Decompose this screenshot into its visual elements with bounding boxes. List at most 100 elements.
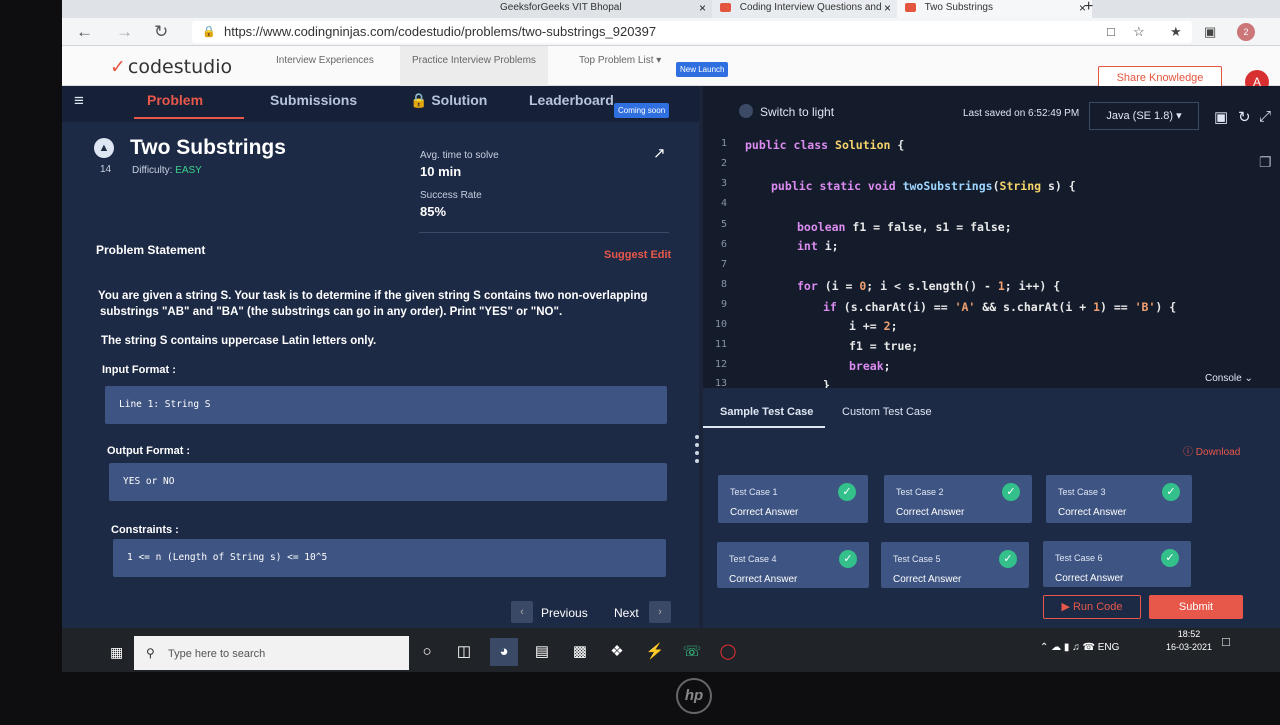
check-icon: ✓ (1161, 549, 1179, 567)
save-icon[interactable]: ▣ (1214, 108, 1228, 126)
test-case-card[interactable]: Test Case 1 Correct Answer ✓ (718, 475, 868, 523)
tab-submissions[interactable]: Submissions (270, 92, 357, 108)
forward-icon[interactable]: → (116, 22, 133, 42)
previous-label[interactable]: Previous (541, 606, 588, 620)
run-code-button[interactable]: ▶ Run Code (1043, 595, 1141, 619)
code-line[interactable]: public class Solution { (745, 138, 904, 152)
screen: GeeksforGeeks VIT Bhopal × Coding Interv… (62, 0, 1280, 672)
tab-leaderboard[interactable]: Leaderboard (529, 92, 614, 108)
system-tray[interactable]: ⌃ ☁ ▮ ♫ ☎ ENG (1040, 642, 1119, 653)
browser-tab-gfg[interactable]: GeeksforGeeks VIT Bhopal × (492, 0, 712, 18)
avg-time-value: 10 min (420, 164, 462, 179)
whatsapp-icon[interactable]: ☏ (678, 638, 706, 666)
run-label: Run Code (1072, 601, 1123, 613)
code-line[interactable]: i += 2; (849, 319, 898, 333)
code-line[interactable]: f1 = true; (849, 339, 918, 353)
nav-practice-problems[interactable]: Practice Interview Problems (400, 46, 548, 86)
task-view-icon[interactable]: ◫ (450, 638, 478, 666)
previous-button[interactable]: ‹ (511, 601, 533, 623)
windows-start-icon[interactable]: ▦ (110, 644, 123, 661)
constraints-code: 1 <= n (Length of String s) <= 10^5 (113, 539, 666, 577)
submit-button[interactable]: Submit (1149, 595, 1243, 619)
favorite-icon[interactable]: ☆ (1133, 24, 1145, 40)
language-select[interactable]: Java (SE 1.8) ▾ (1089, 102, 1199, 130)
test-case-card[interactable]: Test Case 4 Correct Answer ✓ (717, 542, 869, 588)
reset-icon[interactable]: ↻ (1238, 108, 1251, 126)
tab-problem[interactable]: Problem (147, 92, 203, 108)
browser-tab-two-substrings[interactable]: Two Substrings × (897, 0, 1092, 18)
code-line[interactable]: int i; (797, 239, 839, 253)
close-icon[interactable]: × (884, 1, 891, 15)
next-label[interactable]: Next (614, 606, 639, 620)
edge-icon[interactable]: ◕ (490, 638, 518, 666)
switch-theme-label[interactable]: Switch to light (760, 105, 834, 119)
search-icon: ⚲ (146, 646, 155, 660)
fullscreen-icon[interactable]: ⤢ (1259, 108, 1271, 125)
code-line[interactable]: public static void twoSubstrings(String … (771, 179, 1076, 193)
next-button[interactable]: › (649, 601, 671, 623)
difficulty: Difficulty: EASY (132, 165, 202, 176)
tab-solution[interactable]: 🔒 Solution (410, 92, 487, 109)
coming-soon-badge: Coming soon (614, 103, 670, 118)
difficulty-value: EASY (175, 165, 202, 176)
favorites-bar-icon[interactable]: ★ (1170, 24, 1182, 40)
copy-icon[interactable]: ❐ (1259, 154, 1272, 171)
nav-top-problem-list[interactable]: Top Problem List ▾ (567, 46, 673, 86)
reload-icon[interactable]: ↻ (154, 22, 168, 42)
active-tab-indicator (703, 426, 825, 428)
notification-icon[interactable]: □ (1222, 634, 1230, 649)
test-case-result: Correct Answer (730, 507, 799, 518)
test-case-name: Test Case 1 (730, 487, 778, 497)
theme-toggle[interactable] (739, 104, 753, 118)
console-toggle[interactable]: Console ⌄ (1205, 373, 1253, 384)
problem-title: Two Substrings (130, 136, 286, 159)
tab-custom-test-case[interactable]: Custom Test Case (842, 406, 932, 418)
browser-tab-bar: GeeksforGeeks VIT Bhopal × Coding Interv… (62, 0, 1280, 18)
file-explorer-icon[interactable]: ▤ (528, 638, 556, 666)
cortana-icon[interactable]: ○ (413, 638, 441, 666)
line-number: 5 (721, 219, 728, 230)
success-rate-value: 85% (420, 204, 447, 219)
download-link[interactable]: ⓘ Download (1183, 443, 1240, 458)
test-case-card[interactable]: Test Case 2 Correct Answer ✓ (884, 475, 1032, 523)
difficulty-label: Difficulty: (132, 165, 173, 176)
divider (419, 232, 669, 233)
code-line[interactable]: if (s.charAt(i) == 'A' && s.charAt(i + 1… (823, 300, 1176, 314)
dropbox-icon[interactable]: ❖ (603, 638, 631, 666)
code-line[interactable]: boolean f1 = false, s1 = false; (797, 220, 1012, 234)
share-icon[interactable]: ↗ (653, 144, 666, 162)
opera-icon[interactable]: ◯ (714, 638, 742, 666)
menu-icon[interactable]: ≡ (74, 91, 84, 111)
winamp-icon[interactable]: ⚡ (641, 638, 669, 666)
test-case-card[interactable]: Test Case 5 Correct Answer ✓ (881, 542, 1029, 588)
line-number: 8 (721, 279, 728, 290)
collections-icon[interactable]: ▣ (1204, 24, 1216, 40)
test-case-result: Correct Answer (1055, 573, 1124, 584)
store-icon[interactable]: ▩ (566, 638, 594, 666)
close-icon[interactable]: × (699, 1, 706, 15)
reader-icon[interactable]: □ (1107, 24, 1115, 39)
codestudio-logo[interactable]: ✓ codestudio (110, 56, 232, 78)
url-text[interactable]: https://www.codingninjas.com/codestudio/… (224, 24, 656, 39)
url-box[interactable]: 🔒 https://www.codingninjas.com/codestudi… (192, 21, 1192, 43)
nav-interview-experiences[interactable]: Interview Experiences (264, 46, 386, 86)
back-icon[interactable]: ← (76, 22, 93, 42)
browser-tab-coding-interview[interactable]: Coding Interview Questions and × (712, 0, 897, 18)
tab-sample-test-case[interactable]: Sample Test Case (720, 406, 813, 418)
input-format-header: Input Format : (102, 364, 176, 376)
clock[interactable]: 18:52 16-03-2021 (1166, 628, 1212, 654)
test-case-card[interactable]: Test Case 3 Correct Answer ✓ (1046, 475, 1192, 523)
search-placeholder: Type here to search (168, 648, 266, 660)
code-line[interactable]: break; (849, 359, 891, 373)
profile-icon[interactable]: 2 (1237, 23, 1255, 41)
suggest-edit-link[interactable]: Suggest Edit (604, 249, 671, 261)
problem-statement-header: Problem Statement (96, 243, 206, 257)
code-line[interactable]: for (i = 0; i < s.length() - 1; i++) { (797, 279, 1060, 293)
test-case-card[interactable]: Test Case 6 Correct Answer ✓ (1043, 541, 1191, 587)
new-tab-button[interactable]: + (1084, 0, 1093, 16)
taskbar-search[interactable]: ⚲ Type here to search (134, 636, 409, 670)
logo-text: codestudio (127, 56, 233, 78)
problem-number: 14 (100, 164, 112, 175)
collapse-icon[interactable]: ▲ (94, 138, 114, 158)
panel-resize-handle[interactable] (695, 431, 701, 481)
